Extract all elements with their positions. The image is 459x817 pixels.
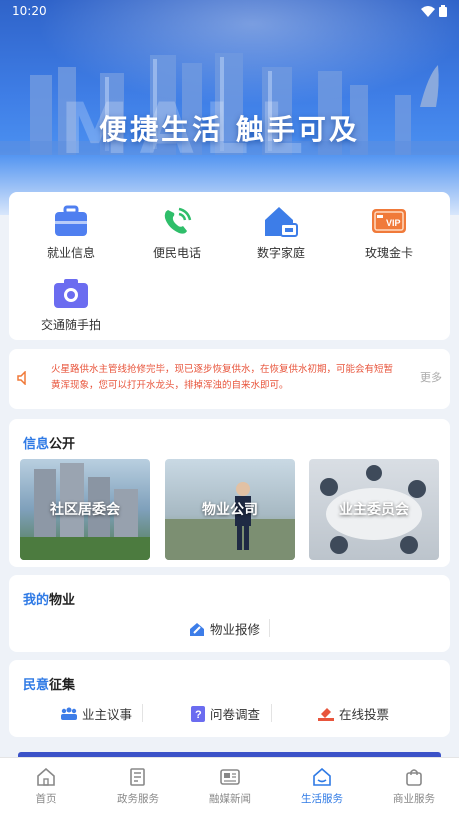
owners-discussion-link[interactable]: 业主议事	[61, 704, 132, 723]
life-service-icon	[313, 768, 331, 786]
home-tab-icon	[37, 768, 55, 786]
shopping-bag-icon	[406, 769, 422, 786]
battery-icon	[439, 5, 447, 17]
status-time: 10:20	[12, 4, 47, 18]
quick-link-traffic-photo[interactable]: 交通随手拍	[21, 276, 121, 333]
opinion-collection-section: 民意征集 业主议事 ? 问卷调查 在线投票	[9, 660, 450, 737]
quick-link-label: 玫瑰金卡	[364, 246, 413, 260]
hero-banner: MALL 便捷生活 触手可及	[0, 0, 459, 215]
tile-label: 业主委员会	[339, 502, 409, 518]
tab-business-services[interactable]: 商业服务	[368, 768, 459, 806]
section-title: 民意征集	[23, 678, 76, 693]
survey-link[interactable]: ? 问卷调查	[191, 704, 260, 723]
tile-label: 物业公司	[202, 502, 258, 518]
my-property-section: 我的物业 物业报修	[9, 575, 450, 652]
vote-icon	[318, 707, 334, 721]
quick-links-card: 就业信息 便民电话 数字家庭 VIP 玫瑰金卡 交通随手拍	[9, 192, 450, 340]
quick-link-vip-card[interactable]: VIP 玫瑰金卡	[339, 204, 439, 261]
tab-media-news[interactable]: 融媒新闻	[184, 768, 276, 806]
section-title: 信息公开	[23, 437, 76, 452]
divider	[142, 704, 143, 722]
tab-government-services[interactable]: 政务服务	[92, 768, 184, 806]
tile-label: 社区居委会	[50, 502, 120, 518]
notice-bar[interactable]: 火星路供水主管线抢修完毕，现已逐步恢复供水，在恢复供水初期，可能会有短暂黄浑现象…	[9, 349, 450, 409]
banner-slogan: 便捷生活 触手可及	[99, 113, 360, 146]
phone-icon	[164, 207, 192, 234]
quick-link-label: 数字家庭	[256, 246, 305, 260]
quick-link-label: 交通随手拍	[40, 318, 101, 332]
online-vote-link[interactable]: 在线投票	[318, 704, 389, 723]
status-bar: 10:20	[0, 0, 459, 22]
notice-more-link[interactable]: 更多	[420, 369, 442, 385]
tile-owners-committee[interactable]: 业主委员会	[309, 459, 439, 560]
briefcase-icon	[55, 205, 87, 236]
svg-text:?: ?	[195, 709, 202, 721]
section-title: 我的物业	[23, 593, 76, 608]
divider	[269, 619, 270, 637]
notice-text: 火星路供水主管线抢修完毕，现已逐步恢复供水，在恢复供水初期，可能会有短暂黄浑现象…	[51, 364, 394, 391]
question-icon: ?	[191, 705, 205, 722]
info-public-section: 信息公开 社区居委会 物业公司 业主委员会	[9, 419, 450, 567]
tab-home[interactable]: 首页	[0, 768, 92, 806]
status-icons	[421, 5, 447, 17]
quick-link-employment[interactable]: 就业信息	[21, 204, 121, 261]
speaker-icon	[17, 371, 26, 385]
quick-link-phone[interactable]: 便民电话	[127, 204, 227, 261]
quick-link-digital-home[interactable]: 数字家庭	[231, 204, 331, 261]
document-icon	[130, 768, 145, 786]
tab-life-services[interactable]: 生活服务	[276, 768, 368, 806]
tile-community-committee[interactable]: 社区居委会	[20, 459, 150, 560]
vip-card-icon: VIP	[372, 209, 406, 233]
tile-property-company[interactable]: 物业公司	[165, 459, 295, 560]
quick-link-label: 便民电话	[152, 246, 201, 260]
wifi-icon	[421, 5, 435, 17]
news-icon	[220, 769, 240, 785]
bottom-tab-bar: 首页 政务服务 融媒新闻 生活服务 商业服务	[0, 757, 459, 817]
property-repair-link[interactable]: 物业报修	[189, 619, 260, 638]
quick-link-label: 就业信息	[46, 246, 95, 260]
home-icon	[265, 207, 298, 237]
people-icon	[61, 707, 77, 720]
repair-icon	[190, 622, 204, 636]
divider	[271, 704, 272, 722]
svg-text:VIP: VIP	[386, 218, 401, 228]
camera-icon	[54, 279, 88, 308]
